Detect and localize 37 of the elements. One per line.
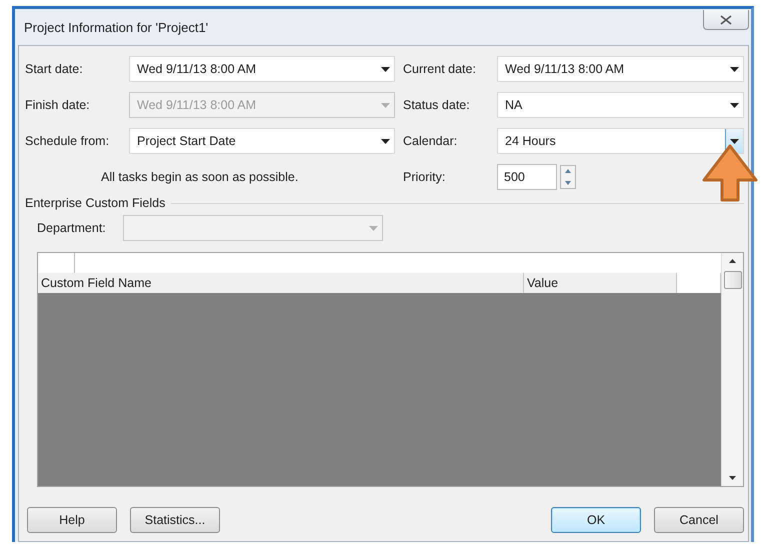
field-label: Priority: [403,170,446,184]
dropdown-field[interactable]: Wed 9/11/13 8:00 AM [497,56,744,82]
caret-icon [368,226,378,230]
dialog-button[interactable]: OK [551,507,641,533]
window-title: Project Information for 'Project1' [24,20,208,34]
number-field[interactable]: 500 [497,164,557,190]
field-label: Department: [37,221,107,235]
caret-icon [380,66,390,72]
dropdown-field[interactable]: Wed 9/11/13 8:00 AM [129,56,395,82]
dialog-button[interactable]: Statistics... [130,507,220,533]
spin-buttons[interactable] [560,165,576,189]
field-label: Calendar: [403,134,458,148]
field-label: Status date: [403,98,471,112]
schedule-note: All tasks begin as soon as possible. [100,169,300,186]
scrollbar[interactable] [721,253,743,486]
field-label: Schedule from: [25,134,110,148]
column-header[interactable]: Value [524,273,677,293]
scroll-thumb[interactable] [724,271,742,289]
field-label: Start date: [25,62,84,76]
scroll-up-icon[interactable] [729,259,736,263]
dropdown-field[interactable]: Project Start Date [129,128,395,154]
dropdown-field[interactable]: NA [497,92,744,118]
dropdown-field[interactable]: 24 Hours [497,128,744,154]
group-title: Enterprise Custom Fields [25,196,166,210]
close-icon [720,14,732,24]
close-button[interactable] [703,10,749,30]
caret-icon [380,138,390,144]
field-label: Current date: [403,62,477,76]
caret-icon [730,66,738,72]
column-header[interactable]: Custom Field Name [38,273,524,293]
dialog-button[interactable]: Cancel [654,507,744,533]
field-label: Finish date: [25,98,91,112]
scroll-down-icon[interactable] [729,476,736,480]
caret-icon [730,102,738,108]
up-arrow-icon [701,143,759,203]
caret-icon [380,102,390,108]
dialog-button[interactable]: Help [27,507,117,533]
